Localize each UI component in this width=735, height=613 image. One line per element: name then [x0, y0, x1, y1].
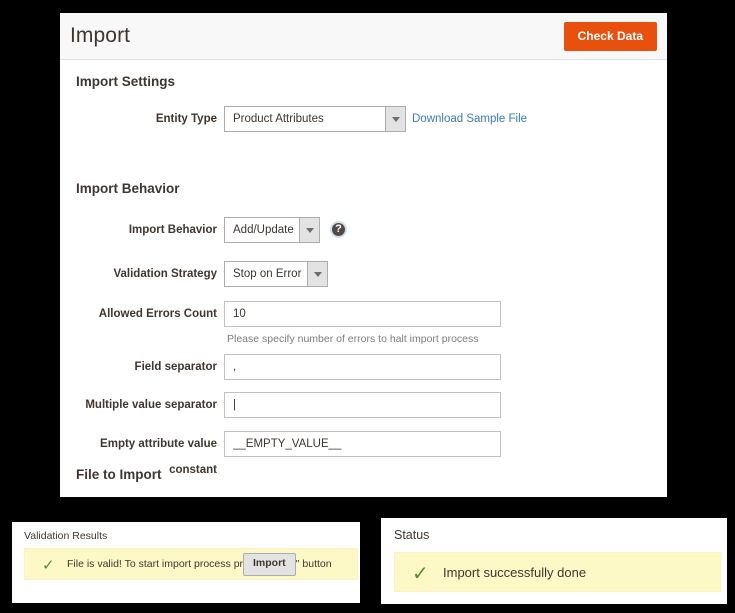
entity-type-select-wrapper: Product Attributes: [224, 106, 406, 132]
chevron-down-icon: [299, 218, 319, 242]
help-icon[interactable]: ?: [330, 221, 347, 238]
check-data-button[interactable]: Check Data: [563, 22, 657, 51]
import-behavior-select[interactable]: Add/Update: [224, 217, 320, 243]
page-header: Import Check Data: [60, 13, 667, 60]
field-row-import-behavior: Import Behavior * Add/Update ?: [60, 217, 667, 243]
entity-type-selected-value: Product Attributes: [233, 113, 324, 125]
field-separator-input-wrapper: [224, 354, 501, 380]
validation-strategy-select[interactable]: Stop on Error: [224, 261, 328, 287]
section-title-import-behavior: Import Behavior: [76, 181, 180, 196]
allowed-errors-count-input[interactable]: [224, 301, 501, 327]
import-behavior-label: Import Behavior: [128, 224, 217, 236]
allowed-errors-count-label: Allowed Errors Count: [98, 308, 217, 320]
allowed-errors-count-note: Please specify number of errors to halt …: [227, 333, 479, 345]
validation-strategy-label: Validation Strategy: [113, 268, 217, 280]
chevron-down-icon: [385, 107, 405, 131]
chevron-down-icon: [307, 262, 327, 286]
field-row-allowed-errors-count: Allowed Errors Count *: [60, 301, 667, 327]
field-row-validation-strategy: Validation Strategy * Stop on Error: [60, 261, 667, 287]
multiple-value-separator-input[interactable]: [224, 392, 501, 418]
multiple-value-separator-input-wrapper: [224, 392, 501, 418]
entity-type-label: Entity Type: [155, 113, 217, 125]
status-panel: Status ✓ Import successfully done: [381, 518, 727, 604]
allowed-errors-count-input-wrapper: [224, 301, 501, 327]
download-sample-file-link[interactable]: Download Sample File: [412, 106, 527, 132]
empty-attribute-value-constant-input-wrapper: [224, 431, 501, 457]
multiple-value-separator-label: Multiple value separator: [85, 399, 217, 411]
status-message: Import successfully done: [443, 565, 587, 580]
validation-results-panel: Validation Results ✓ File is valid! To s…: [12, 522, 360, 603]
field-separator-input[interactable]: [224, 354, 501, 380]
validation-strategy-select-wrapper: Stop on Error: [224, 261, 328, 287]
check-icon: ✓: [412, 561, 429, 585]
section-title-import-settings: Import Settings: [76, 74, 176, 89]
field-row-entity-type: Entity Type * Product Attributes Downloa…: [60, 106, 667, 132]
import-behavior-select-wrapper: Add/Update: [224, 217, 320, 243]
status-title: Status: [394, 528, 430, 542]
field-row-multiple-value-separator: Multiple value separator *: [60, 392, 667, 418]
import-page-panel: Import Check Data Import Settings Entity…: [60, 13, 667, 497]
field-separator-label: Field separator: [134, 361, 217, 373]
field-row-field-separator: Field separator *: [60, 354, 667, 380]
section-title-file-to-import: File to Import: [76, 467, 162, 482]
validation-results-message-box: ✓ File is valid! To start import process…: [24, 548, 358, 580]
field-row-empty-attribute-value-constant: Empty attribute value constant *: [60, 431, 667, 476]
status-message-box: ✓ Import successfully done: [394, 552, 721, 592]
page-body: Import Settings Entity Type * Product At…: [60, 60, 667, 496]
page-title: Import: [70, 24, 131, 47]
validation-results-title: Validation Results: [24, 530, 108, 542]
empty-attribute-value-constant-input[interactable]: [224, 431, 501, 457]
check-icon: ✓: [42, 556, 55, 574]
entity-type-select[interactable]: Product Attributes: [224, 106, 406, 132]
import-button[interactable]: Import: [243, 553, 296, 576]
